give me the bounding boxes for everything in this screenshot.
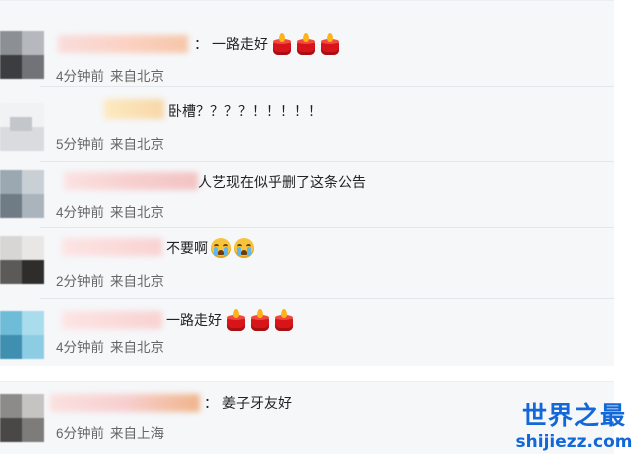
avatar[interactable] xyxy=(0,170,44,218)
avatar[interactable] xyxy=(0,394,44,442)
comment-time: 2分钟前 xyxy=(56,274,105,289)
avatar[interactable] xyxy=(0,103,44,151)
comment-body: 人艺现在似乎删了这条公告 xyxy=(198,174,366,190)
username-redacted[interactable] xyxy=(62,238,162,256)
comment-time: 4分钟前 xyxy=(56,340,105,355)
site-watermark: 世界之最 shijiezz.com xyxy=(514,396,634,452)
watermark-title: 世界之最 xyxy=(521,401,626,430)
candle-icon xyxy=(250,309,270,331)
comment-time: 4分钟前 xyxy=(56,205,105,220)
comment-location: 来自北京 xyxy=(110,274,165,289)
comment-location: 来自上海 xyxy=(110,426,165,441)
comment-meta: 4分钟前 来自北京 xyxy=(56,201,164,221)
comment-colon: ： xyxy=(194,36,208,52)
candle-icon xyxy=(274,309,294,331)
comment-location: 来自北京 xyxy=(110,205,165,220)
username-redacted[interactable] xyxy=(58,35,188,53)
comment-text: ： 姜子牙友好 xyxy=(204,393,292,413)
comment-text: ： 一路走好 xyxy=(194,33,340,55)
avatar[interactable] xyxy=(0,31,44,79)
username-redacted[interactable] xyxy=(64,172,198,190)
comment-location: 来自北京 xyxy=(110,137,165,152)
avatar[interactable] xyxy=(0,236,44,284)
comment-text: 人艺现在似乎删了这条公告 xyxy=(198,172,366,192)
candle-icon xyxy=(320,33,340,55)
comment-body: 一路走好 xyxy=(166,312,222,328)
comment-text: 一路走好 xyxy=(166,309,294,331)
comment-time: 5分钟前 xyxy=(56,137,105,152)
crying-face-icon xyxy=(234,238,254,258)
comment-time: 4分钟前 xyxy=(56,69,105,84)
avatar[interactable] xyxy=(0,311,44,359)
comment-item: 一路走好 4分钟前 来自北京 xyxy=(0,299,614,366)
comment-body: 不要啊 xyxy=(166,240,208,256)
comment-item: 不要啊 2分钟前 来自北京 xyxy=(0,228,614,299)
comment-colon: ： xyxy=(204,395,218,411)
comment-meta: 5分钟前 来自北京 xyxy=(56,133,164,153)
comment-list: ： 一路走好 4分钟前 来自北京 卧槽？？？？！！！！！ 5分钟前 来自北京 人… xyxy=(0,0,614,366)
candle-icon xyxy=(272,33,292,55)
comment-meta: 6分钟前 来自上海 xyxy=(56,422,164,442)
username-redacted[interactable] xyxy=(62,311,162,329)
candle-icon xyxy=(226,309,246,331)
comment-location: 来自北京 xyxy=(110,340,165,355)
comment-item: ： 一路走好 4分钟前 来自北京 xyxy=(0,1,614,87)
username-redacted[interactable] xyxy=(104,99,164,119)
comment-item: 人艺现在似乎删了这条公告 4分钟前 来自北京 xyxy=(0,162,614,228)
comment-meta: 4分钟前 来自北京 xyxy=(56,65,164,85)
comment-time: 6分钟前 xyxy=(56,426,105,441)
comment-text: 卧槽？？？？！！！！！ xyxy=(168,101,322,121)
username-redacted[interactable] xyxy=(50,394,200,412)
comment-location: 来自北京 xyxy=(110,69,165,84)
comment-body: 一路走好 xyxy=(212,36,268,52)
watermark-url: shijiezz.com xyxy=(515,432,633,452)
comment-text: 不要啊 xyxy=(166,238,254,258)
comment-meta: 2分钟前 来自北京 xyxy=(56,270,164,290)
crying-face-icon xyxy=(211,238,231,258)
comment-meta: 4分钟前 来自北京 xyxy=(56,336,164,356)
comment-body: 姜子牙友好 xyxy=(222,395,292,411)
comment-body: 卧槽？？？？！！！！！ xyxy=(168,103,322,119)
comment-item: 卧槽？？？？！！！！！ 5分钟前 来自北京 xyxy=(0,87,614,162)
candle-icon xyxy=(296,33,316,55)
